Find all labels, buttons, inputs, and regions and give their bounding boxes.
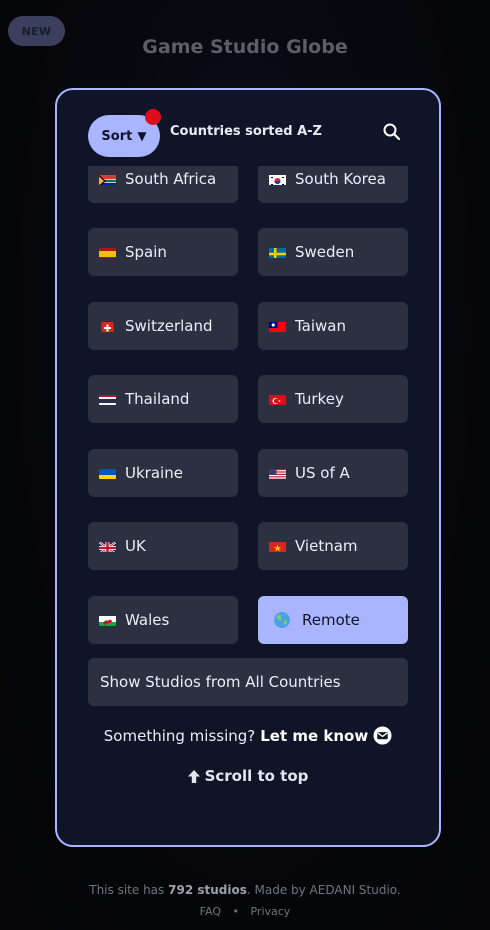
flag-se-icon [269, 246, 286, 258]
site-title: Game Studio Globe [142, 36, 348, 58]
country-button-wales[interactable]: Wales [88, 596, 238, 644]
globe-icon [274, 612, 290, 628]
show-all-countries-button[interactable]: Show Studios from All Countries [88, 658, 408, 706]
country-label: Switzerland [125, 317, 213, 335]
country-label: Spain [125, 243, 167, 261]
country-button-us-of-a[interactable]: US of A [258, 449, 408, 497]
show-all-label: Show Studios from All Countries [100, 673, 341, 691]
scroll-to-top-link[interactable]: Scroll to top [57, 767, 439, 785]
flag-wales-icon [99, 614, 116, 626]
flag-es-icon [99, 246, 116, 258]
flag-us-icon [269, 467, 286, 479]
notification-dot [145, 109, 161, 125]
privacy-link[interactable]: Privacy [250, 905, 290, 918]
flag-za-icon [99, 173, 116, 185]
footer-separator: • [232, 905, 239, 918]
country-label: Remote [302, 611, 360, 629]
footer-suffix: . Made by AEDANI Studio. [246, 883, 401, 897]
country-button-switzerland[interactable]: Switzerland [88, 302, 238, 350]
flag-tr-icon [269, 393, 286, 405]
mail-icon[interactable] [373, 726, 392, 745]
country-button-south-korea[interactable]: South Korea [258, 166, 408, 203]
country-button-vietnam[interactable]: Vietnam [258, 522, 408, 570]
country-label: Thailand [125, 390, 190, 408]
feedback-text: Something missing? [103, 726, 256, 745]
flag-gb-icon [99, 540, 116, 552]
country-label: South Korea [295, 170, 386, 188]
arrow-up-icon [187, 769, 200, 783]
country-label: Taiwan [295, 317, 347, 335]
country-button-ukraine[interactable]: Ukraine [88, 449, 238, 497]
country-label: Wales [125, 611, 170, 629]
footer-links: FAQ • Privacy [0, 905, 490, 918]
country-button-uk[interactable]: UK [88, 522, 238, 570]
country-panel: Sort ▼ Countries sorted A-Z South Africa… [55, 88, 441, 847]
country-button-taiwan[interactable]: Taiwan [258, 302, 408, 350]
footer-text: This site has 792 studios. Made by AEDAN… [0, 883, 490, 897]
sort-caption: Countries sorted A-Z [170, 124, 322, 139]
country-label: South Africa [125, 170, 217, 188]
country-label: US of A [295, 464, 350, 482]
country-label: Sweden [295, 243, 355, 261]
footer-prefix: This site has [89, 883, 165, 897]
flag-tw-icon [269, 320, 286, 332]
flag-ua-icon [99, 467, 116, 479]
search-icon[interactable] [382, 122, 402, 142]
country-button-sweden[interactable]: Sweden [258, 228, 408, 276]
country-button-south-africa[interactable]: South Africa [88, 166, 238, 203]
flag-th-icon [99, 393, 116, 405]
country-button-thailand[interactable]: Thailand [88, 375, 238, 423]
country-label: Turkey [295, 390, 344, 408]
studio-count: 792 studios [168, 883, 247, 897]
flag-vn-icon [269, 540, 286, 552]
flag-kr-icon [269, 173, 286, 185]
country-button-turkey[interactable]: Turkey [258, 375, 408, 423]
country-label: UK [125, 537, 146, 555]
caret-down-icon: ▼ [137, 129, 147, 143]
sort-label: Sort [101, 128, 133, 144]
feedback-line: Something missing? Let me know [57, 726, 439, 745]
country-button-spain[interactable]: Spain [88, 228, 238, 276]
country-button-remote[interactable]: Remote [258, 596, 408, 644]
scroll-to-top-label: Scroll to top [204, 767, 309, 785]
flag-ch-icon [99, 320, 116, 332]
country-label: Ukraine [125, 464, 183, 482]
country-list: South Africa South Korea Spain Sweden Switze… [88, 166, 410, 707]
faq-link[interactable]: FAQ [200, 905, 221, 918]
country-label: Vietnam [295, 537, 358, 555]
feedback-link[interactable]: Let me know [260, 727, 368, 745]
